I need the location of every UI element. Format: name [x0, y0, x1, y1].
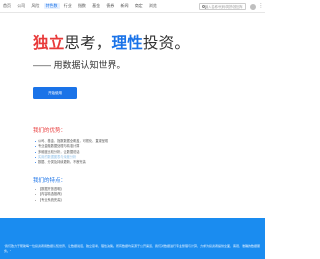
footer-statement: “我们致力于帮助每一位投资者用数据认知世界，让数据说话，独立思考，理性决策。所有…	[4, 244, 261, 253]
list-item: 数据、分类及持续更新，不断完善	[35, 160, 108, 165]
nav-item-risk[interactable]: 风险	[29, 3, 41, 9]
search-input[interactable]: 输入名称/代码/简拼/按回车	[199, 3, 246, 10]
footer-banner: “我们致力于帮助每一位投资者用数据认知世界，让数据说话，独立思考，理性决策。所有…	[0, 218, 265, 259]
nav-item-browse[interactable]: 浏览	[147, 3, 159, 9]
more-icon[interactable]: ⋮	[258, 3, 264, 10]
nav-item-index[interactable]: 指数	[76, 3, 88, 9]
nav-item-featured-data[interactable]: 特色数	[43, 3, 60, 9]
advantages-title: 我们的优势：	[33, 128, 67, 134]
nav-item-agreement[interactable]: 商定	[133, 3, 145, 9]
user-icon[interactable]	[250, 3, 256, 10]
nav-item-bond[interactable]: 债券	[104, 3, 116, 9]
hero-headline: 独立思考，理性投资。	[33, 35, 190, 53]
headline-rational: 理性	[111, 35, 143, 52]
headline-independent: 独立	[33, 35, 65, 52]
nav-item-news[interactable]: 新闻	[119, 3, 131, 9]
nav-item-company[interactable]: 公司	[15, 3, 27, 9]
nav-item-fund[interactable]: 基金	[90, 3, 102, 9]
search-placeholder: 输入名称/代码/简拼/按回车	[205, 5, 243, 9]
nav-item-home[interactable]: 首页	[1, 3, 13, 9]
advantages-list: 公司、基金、指数数据全覆盖，可视化、直观呈现 专业金融数据处理与精准计算 多维度…	[35, 139, 108, 165]
start-button[interactable]: 开始使用	[33, 87, 77, 99]
headline-think: 思考，	[64, 35, 112, 52]
search-icon	[201, 5, 205, 8]
headline-invest: 投资。	[142, 35, 191, 52]
hero-subline: —— 用数据认知世界。	[33, 60, 126, 70]
top-navigation-bar: 首页 公司 风险 特色数 行业 指数 基金 债券 新闻 商定 浏览 输入名称/代…	[0, 0, 265, 13]
features-list: 【数据开放透明】 【内容精选推荐】 【专业系统完善】	[35, 187, 64, 203]
nav-menu: 首页 公司 风险 特色数 行业 指数 基金 债券 新闻 商定 浏览	[1, 3, 161, 9]
nav-item-industry[interactable]: 行业	[62, 3, 74, 9]
features-title: 我们的特点：	[33, 178, 67, 184]
list-item[interactable]: 【专业系统完善】	[35, 198, 64, 203]
